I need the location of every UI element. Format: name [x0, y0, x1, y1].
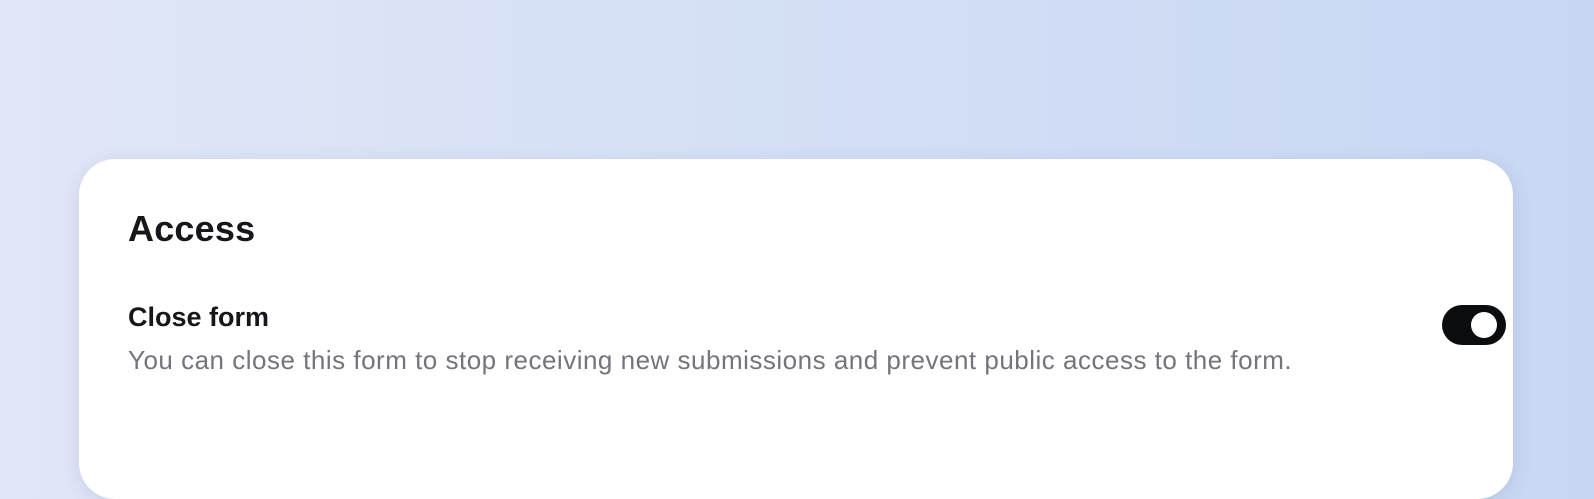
- close-form-description: You can close this form to stop receivin…: [128, 345, 1293, 375]
- close-form-setting: Close form You can close this form to st…: [128, 300, 1506, 380]
- toggle-knob: [1471, 312, 1497, 338]
- close-form-label: Close form: [128, 302, 270, 332]
- access-settings-card: Access Close form You can close this for…: [79, 159, 1513, 499]
- section-title: Access: [128, 208, 256, 249]
- close-form-toggle[interactable]: [1442, 305, 1506, 345]
